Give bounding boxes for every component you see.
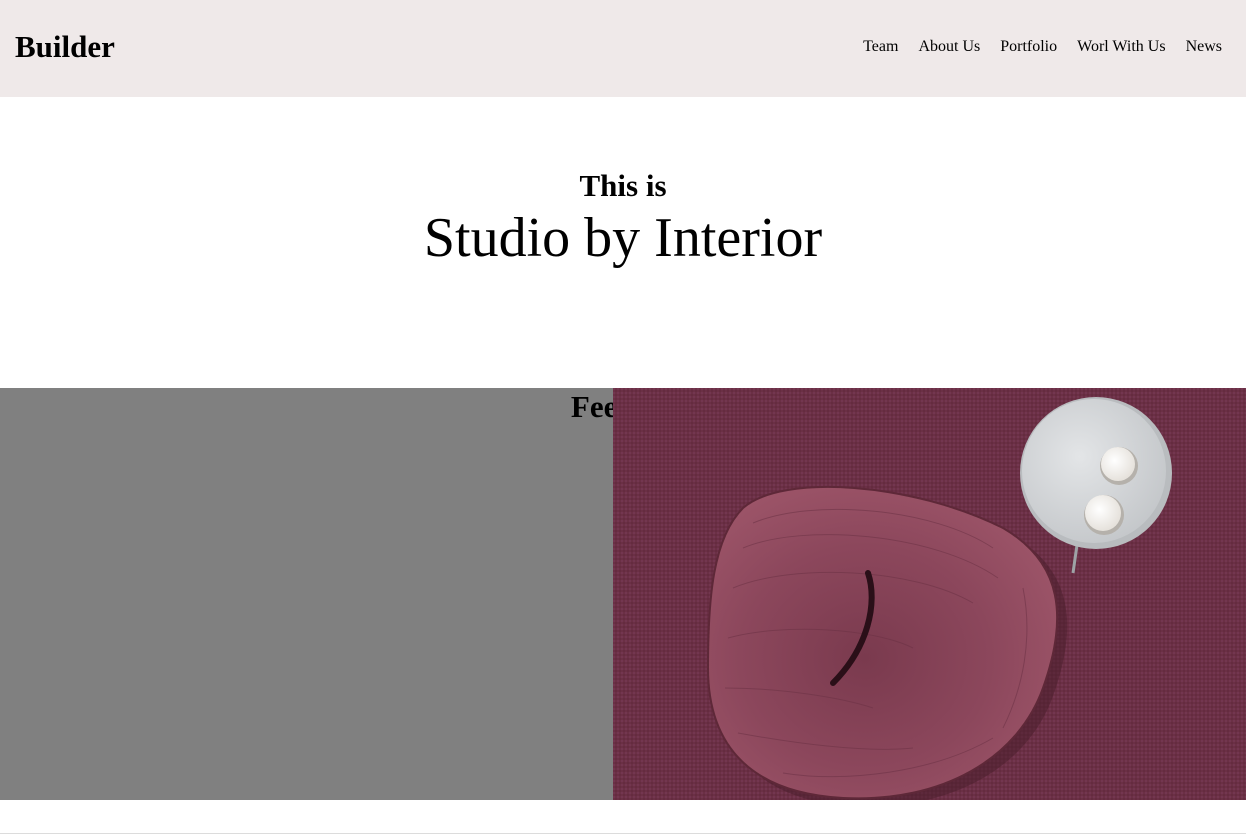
site-header: Builder Team About Us Portfolio Worl Wit…	[0, 0, 1246, 97]
hero-title: Studio by Interior	[423, 207, 823, 269]
main-nav: Team About Us Portfolio Worl With Us New…	[863, 37, 1222, 57]
cup	[1085, 495, 1121, 531]
hero-intro: This is	[579, 168, 667, 203]
site-logo[interactable]: Builder	[15, 28, 115, 66]
nav-link-about-us[interactable]: About Us	[918, 37, 980, 57]
cup	[1101, 447, 1135, 481]
armchair-photo	[613, 388, 1246, 800]
nav-link-portfolio[interactable]: Portfolio	[1000, 37, 1057, 57]
nav-link-work-with-us[interactable]: Worl With Us	[1077, 37, 1165, 57]
divider	[0, 833, 1246, 834]
feature-section: Feel the	[0, 388, 1246, 800]
nav-link-team[interactable]: Team	[863, 37, 898, 57]
nav-link-news[interactable]: News	[1186, 37, 1222, 57]
